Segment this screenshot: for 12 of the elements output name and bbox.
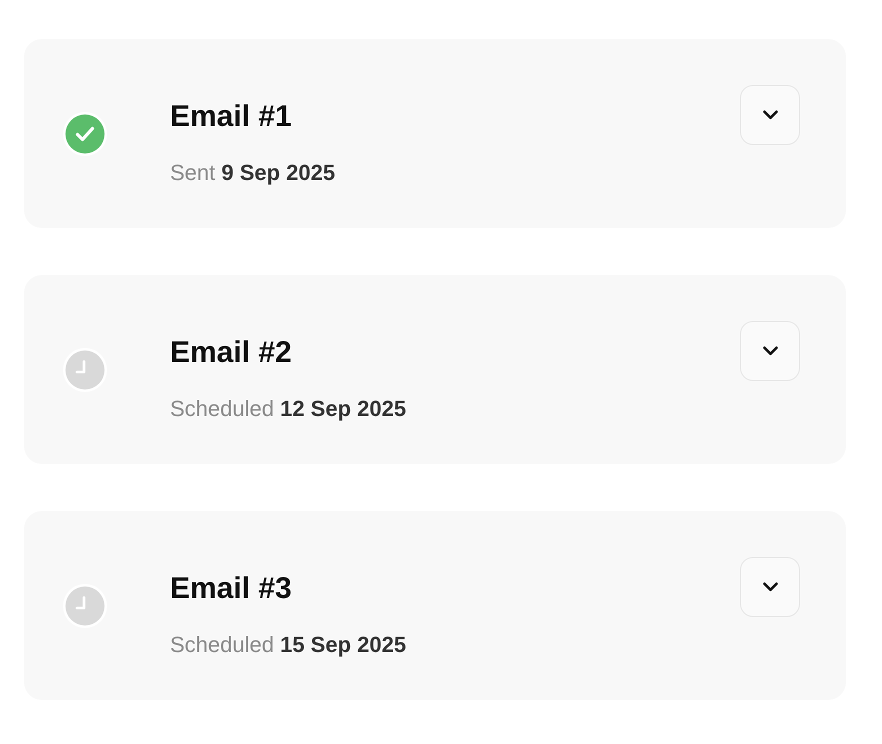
email-title: Email #2 [170,335,292,371]
chevron-down-icon [762,110,778,120]
email-title: Email #1 [170,99,292,135]
email-status-text: Scheduled 15 Sep 2025 [170,632,406,658]
expand-button[interactable] [740,321,800,381]
expand-button[interactable] [740,557,800,617]
chevron-down-icon [762,346,778,356]
email-title: Email #3 [170,571,292,607]
expand-button[interactable] [740,85,800,145]
email-status-text: Scheduled 12 Sep 2025 [170,396,406,422]
email-status-text: Sent 9 Sep 2025 [170,160,336,186]
chevron-down-icon [762,582,778,592]
